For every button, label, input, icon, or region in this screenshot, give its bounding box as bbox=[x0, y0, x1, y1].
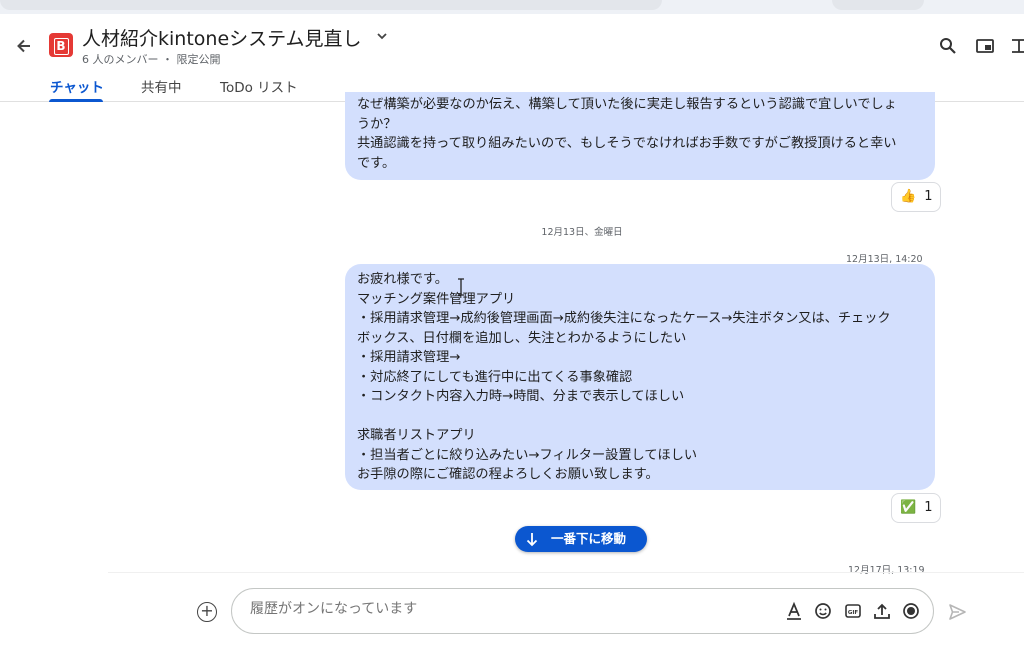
arrow-down-icon bbox=[525, 526, 539, 561]
emoji-icon[interactable] bbox=[813, 601, 833, 621]
record-icon[interactable] bbox=[901, 601, 921, 621]
text-cursor-icon bbox=[457, 278, 465, 296]
message-line: ボックス、日付欄を追加し、失注とわかるようにしたい bbox=[357, 330, 687, 346]
message-input[interactable] bbox=[250, 601, 750, 617]
message-line: なぜ構築が必要なのか伝え、構築して頂いた後に実走し報告するという認識で宜しいでし… bbox=[357, 97, 897, 112]
format-text-icon[interactable] bbox=[784, 601, 804, 621]
space-avatar-letter: B bbox=[53, 38, 69, 55]
message-line: マッチング案件管理アプリ bbox=[357, 291, 516, 307]
message-line: ・採用請求管理→成約後管理画面→成約後失注になったケース→失注ボタン又は、チェッ… bbox=[357, 311, 891, 326]
send-icon[interactable] bbox=[947, 602, 967, 622]
back-arrow-icon[interactable] bbox=[14, 36, 34, 56]
add-icon[interactable]: + bbox=[197, 602, 217, 622]
space-header: B 人材紹介kintoneシステム見直し 6 人のメンバー ・ 限定公開 チャッ… bbox=[0, 14, 1024, 102]
message-line: 求職者リストアプリ bbox=[357, 428, 476, 443]
top-strip bbox=[0, 0, 1024, 14]
space-subtitle[interactable]: 6 人のメンバー ・ 限定公開 bbox=[82, 51, 221, 67]
chevron-down-icon[interactable] bbox=[376, 30, 388, 46]
message-bubble: なぜ構築が必要なのか伝え、構築して頂いた後に実走し報告するという認識で宜しいでし… bbox=[345, 92, 935, 180]
top-strip-shape bbox=[0, 0, 662, 10]
message-timestamp: 12月13日, 14:20 bbox=[846, 254, 923, 265]
picture-in-picture-icon[interactable] bbox=[975, 36, 995, 56]
tab-shared[interactable]: 共有中 bbox=[141, 76, 182, 96]
upload-icon[interactable] bbox=[872, 601, 892, 621]
check-mark-icon: ✅ bbox=[900, 500, 917, 515]
compose-box[interactable]: GIF bbox=[231, 588, 934, 634]
date-divider: 12月13日、金曜日 bbox=[541, 227, 623, 238]
gif-icon[interactable]: GIF bbox=[843, 601, 863, 621]
compose-separator bbox=[108, 572, 1024, 573]
jump-to-bottom-label: 一番下に移動 bbox=[551, 531, 627, 546]
svg-text:GIF: GIF bbox=[848, 610, 859, 616]
message-line: ・コンタクト内容入力時→時間、分まで表示してほしい bbox=[357, 389, 685, 404]
space-avatar[interactable]: B bbox=[49, 33, 73, 57]
message-line: お手隙の際にご確認の程よろしくお願い致します。 bbox=[357, 467, 659, 482]
space-title[interactable]: 人材紹介kintoneシステム見直し bbox=[82, 24, 362, 51]
tab-todo[interactable]: ToDo リスト bbox=[220, 76, 298, 96]
message-line: お疲れ様です。 bbox=[357, 272, 448, 287]
message-line: です。 bbox=[357, 155, 396, 171]
thumbs-up-icon: 👍 bbox=[900, 189, 917, 204]
message-line: ・対応終了にしても進行中に出てくる事象確認 bbox=[357, 369, 633, 385]
reaction-chip[interactable]: ✅ 1 bbox=[891, 493, 942, 523]
message-timestamp: 12月17日, 13:19 bbox=[848, 565, 925, 576]
split-view-icon[interactable] bbox=[1010, 36, 1024, 56]
top-strip-shape-right bbox=[832, 0, 924, 10]
tab-chat[interactable]: チャット bbox=[50, 76, 104, 96]
jump-to-bottom-button[interactable]: 一番下に移動 bbox=[515, 526, 647, 552]
message-line: うか？ bbox=[357, 116, 397, 132]
message-line: ・採用請求管理→ bbox=[357, 350, 461, 365]
active-tab-indicator bbox=[49, 99, 103, 102]
search-icon[interactable] bbox=[938, 36, 958, 56]
message-bubble: お疲れ様です。 マッチング案件管理アプリ ・採用請求管理→成約後管理画面→成約後… bbox=[345, 264, 935, 490]
message-line: ・担当者ごとに絞り込みたい→フィルター設置してほしい bbox=[357, 447, 698, 463]
reaction-count: 1 bbox=[924, 189, 933, 204]
reaction-count: 1 bbox=[924, 500, 933, 515]
reaction-chip[interactable]: 👍 1 bbox=[891, 182, 942, 212]
message-line: 共通認識を持って取り組みたいので、もしそうでなければお手数ですがご教授頂けると幸… bbox=[357, 136, 897, 151]
